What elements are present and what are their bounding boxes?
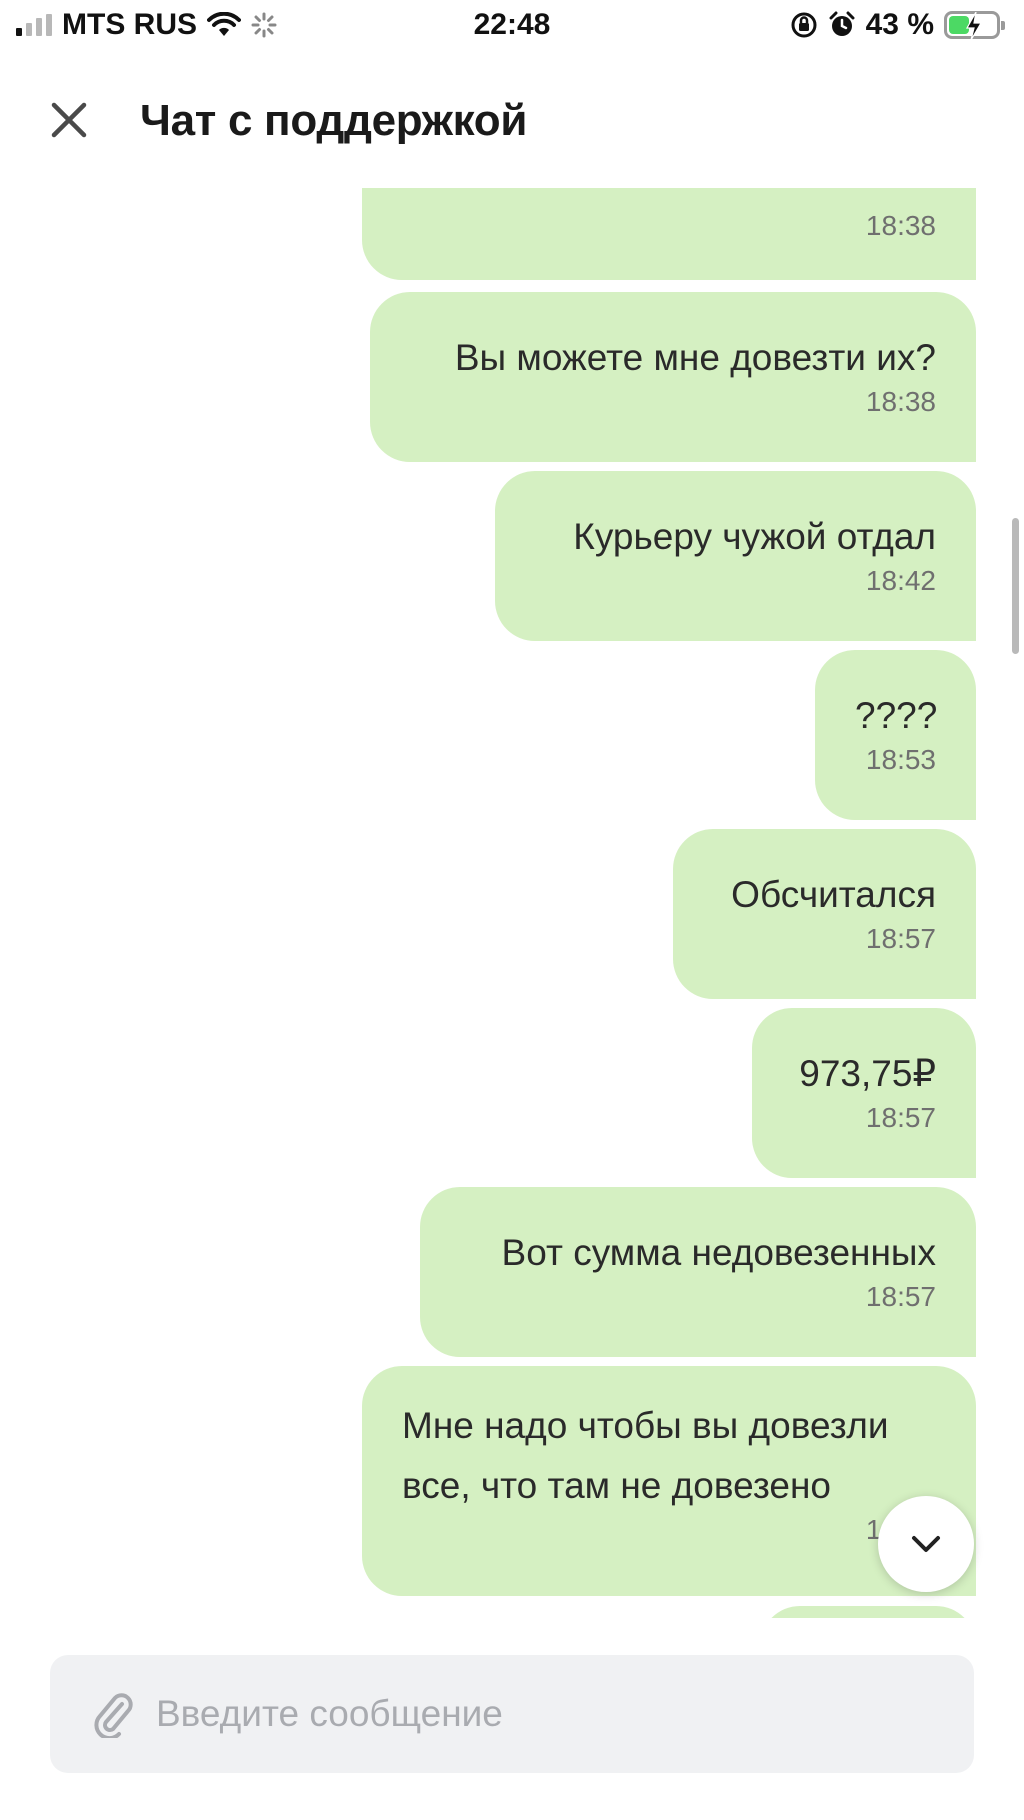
close-icon[interactable] bbox=[48, 99, 90, 141]
message-input[interactable] bbox=[156, 1693, 916, 1735]
status-bar: MTS RUS 22:48 43 % bbox=[0, 0, 1024, 52]
message-time: 18:38 bbox=[865, 386, 936, 417]
message-list[interactable]: 18:38 Вы можете мне довезти их? 18:38 Ку… bbox=[0, 188, 1024, 1618]
chat-header: Чат с поддержкой bbox=[0, 60, 1024, 180]
message-text: Вот сумма недовезенных bbox=[501, 1232, 936, 1273]
message-time: 18:42 bbox=[865, 565, 936, 596]
message-bubble[interactable]: Курьеру чужой отдал 18:42 bbox=[495, 471, 976, 641]
paperclip-icon[interactable] bbox=[92, 1690, 134, 1738]
message-bubble[interactable]: Обсчитался 18:57 bbox=[673, 829, 976, 999]
charging-bolt-icon bbox=[965, 12, 983, 40]
message-text: ???? bbox=[855, 695, 938, 736]
orientation-lock-icon bbox=[791, 12, 817, 38]
message-text: Вы можете мне довезти их? bbox=[454, 337, 936, 378]
alarm-icon bbox=[829, 11, 855, 36]
message-bubble[interactable]: ???? 18:53 bbox=[815, 650, 976, 820]
message-time: 18:57 bbox=[865, 923, 936, 954]
message-text: Мне надо чтобы вы довезли все, что там н… bbox=[402, 1405, 889, 1506]
message-text: Обсчитался bbox=[731, 874, 936, 915]
message-text: Курьеру чужой отдал bbox=[573, 516, 936, 557]
message-bubble[interactable] bbox=[760, 1606, 976, 1618]
message-bubble[interactable]: 973,75₽ 18:57 bbox=[752, 1008, 976, 1178]
message-time: 18:57 bbox=[865, 1281, 936, 1312]
message-time: 18:57 bbox=[865, 1102, 936, 1133]
message-time: 18:53 bbox=[865, 744, 936, 775]
chevron-down-icon bbox=[912, 1536, 940, 1552]
scroll-down-button[interactable] bbox=[878, 1496, 974, 1592]
page-title: Чат с поддержкой bbox=[140, 96, 528, 145]
message-bubble[interactable]: Вы можете мне довезти их? 18:38 bbox=[370, 292, 976, 462]
scrollbar[interactable] bbox=[1012, 518, 1019, 654]
battery-charging-icon bbox=[944, 11, 1005, 40]
message-time: 18:57 bbox=[402, 1514, 936, 1546]
message-composer bbox=[50, 1655, 974, 1773]
status-right: 43 % bbox=[790, 8, 1005, 42]
message-text: 973,75₽ bbox=[799, 1053, 936, 1094]
message-bubble[interactable]: Вот сумма недовезенных 18:57 bbox=[420, 1187, 976, 1357]
message-time: 18:38 bbox=[865, 210, 936, 241]
message-bubble[interactable]: 18:38 bbox=[362, 188, 976, 280]
battery-percent: 43 % bbox=[865, 8, 934, 41]
